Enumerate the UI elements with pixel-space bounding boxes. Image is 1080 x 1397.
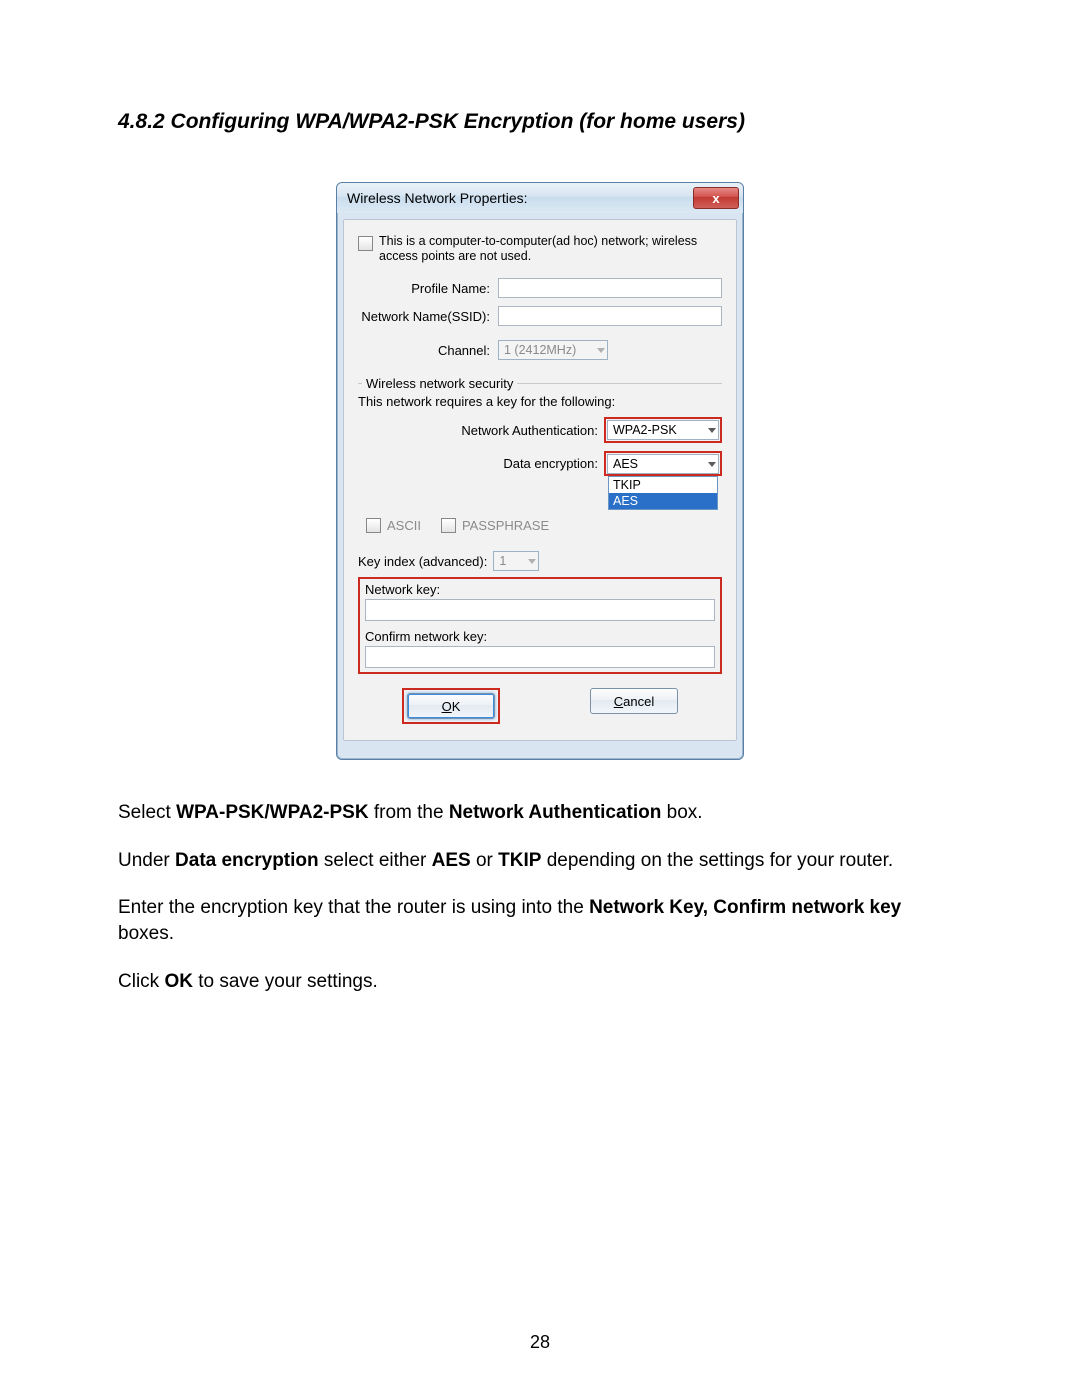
security-group: Wireless network security This network r… <box>358 368 722 724</box>
text: Click <box>118 971 164 992</box>
text: to save your settings. <box>193 971 378 992</box>
auth-label: Network Authentication: <box>358 423 604 438</box>
security-group-label: Wireless network security <box>362 376 517 391</box>
auth-row: Network Authentication: WPA2-PSK <box>358 417 722 443</box>
text: from the <box>369 802 449 823</box>
ok-label-rest: K <box>452 699 461 714</box>
encryption-option-aes[interactable]: AES <box>609 493 717 509</box>
channel-value: 1 (2412MHz) <box>504 343 576 357</box>
keyindex-label: Key index (advanced): <box>358 554 487 569</box>
text-bold: AES <box>432 850 471 871</box>
security-intro: This network requires a key for the foll… <box>358 394 722 409</box>
adhoc-label: This is a computer-to-computer(ad hoc) n… <box>379 234 722 264</box>
paragraph-4: Click OK to save your settings. <box>118 969 962 995</box>
encryption-dropdown: TKIP AES <box>608 476 718 510</box>
adhoc-row: This is a computer-to-computer(ad hoc) n… <box>358 234 722 264</box>
passphrase-checkbox <box>441 518 456 533</box>
text: boxes. <box>118 923 174 944</box>
network-key-highlight: Network key: Confirm network key: <box>358 577 722 674</box>
ascii-label: ASCII <box>387 518 421 533</box>
ok-highlight: OK <box>402 688 500 724</box>
network-key-input[interactable] <box>365 599 715 621</box>
button-row: OK Cancel <box>358 688 722 724</box>
network-key-label: Network key: <box>365 582 715 597</box>
section-heading: 4.8.2 Configuring WPA/WPA2-PSK Encryptio… <box>118 110 962 134</box>
channel-select: 1 (2412MHz) <box>498 340 608 360</box>
channel-label: Channel: <box>358 343 498 358</box>
paragraph-3: Enter the encryption key that the router… <box>118 895 962 946</box>
profile-name-label: Profile Name: <box>358 281 498 296</box>
paragraph-2: Under Data encryption select either AES … <box>118 848 962 874</box>
text-bold: TKIP <box>498 850 541 871</box>
auth-highlight: WPA2-PSK <box>604 417 722 443</box>
ok-button[interactable]: OK <box>407 693 495 719</box>
ssid-input[interactable] <box>498 306 722 326</box>
data-encryption-select[interactable]: AES TKIP AES <box>607 454 719 474</box>
text-bold: Network Authentication <box>449 802 662 823</box>
text: Select <box>118 802 176 823</box>
close-button[interactable]: x <box>693 187 739 209</box>
profile-name-input[interactable] <box>498 278 722 298</box>
titlebar: Wireless Network Properties: x <box>337 183 743 213</box>
text: select either <box>319 850 432 871</box>
auth-value: WPA2-PSK <box>613 423 677 437</box>
window-title: Wireless Network Properties: <box>347 190 528 206</box>
chevron-down-icon <box>528 559 536 564</box>
text: Under <box>118 850 175 871</box>
chevron-down-icon <box>708 428 716 433</box>
ascii-checkbox <box>366 518 381 533</box>
key-format-row: ASCII PASSPHRASE <box>366 518 722 533</box>
encryption-option-tkip[interactable]: TKIP <box>609 477 717 493</box>
text: box. <box>661 802 702 823</box>
keyindex-select: 1 <box>493 551 539 571</box>
close-icon: x <box>712 191 719 206</box>
page-number: 28 <box>0 1332 1080 1353</box>
dialog-body: This is a computer-to-computer(ad hoc) n… <box>343 219 737 741</box>
dialog-window: Wireless Network Properties: x This is a… <box>336 182 744 760</box>
encryption-row: Data encryption: AES TKIP AES <box>358 451 722 476</box>
encryption-highlight: AES TKIP AES <box>604 451 722 476</box>
keyindex-value: 1 <box>499 554 506 568</box>
text-bold: Data encryption <box>175 850 319 871</box>
confirm-key-label: Confirm network key: <box>365 629 715 644</box>
chevron-down-icon <box>597 348 605 353</box>
channel-row: Channel: 1 (2412MHz) <box>358 340 722 360</box>
profile-name-row: Profile Name: <box>358 278 722 298</box>
ssid-label: Network Name(SSID): <box>358 309 498 324</box>
network-authentication-select[interactable]: WPA2-PSK <box>607 420 719 440</box>
ssid-row: Network Name(SSID): <box>358 306 722 326</box>
encryption-label: Data encryption: <box>358 456 604 471</box>
keyindex-row: Key index (advanced): 1 <box>358 551 722 571</box>
ascii-option: ASCII <box>366 518 421 533</box>
cancel-label-rest: ancel <box>623 694 654 709</box>
paragraph-1: Select WPA-PSK/WPA2-PSK from the Network… <box>118 800 962 826</box>
confirm-key-input[interactable] <box>365 646 715 668</box>
passphrase-label: PASSPHRASE <box>462 518 549 533</box>
text-bold: OK <box>164 971 193 992</box>
text: depending on the settings for your route… <box>541 850 893 871</box>
text: or <box>471 850 498 871</box>
adhoc-checkbox[interactable] <box>358 236 373 251</box>
screenshot-container: Wireless Network Properties: x This is a… <box>118 182 962 760</box>
chevron-down-icon <box>708 462 716 467</box>
cancel-button[interactable]: Cancel <box>590 688 678 714</box>
encryption-value: AES <box>613 457 638 471</box>
text: Enter the encryption key that the router… <box>118 897 589 918</box>
text-bold: Network Key, Confirm network key <box>589 897 901 918</box>
text-bold: WPA-PSK/WPA2-PSK <box>176 802 368 823</box>
passphrase-option: PASSPHRASE <box>441 518 549 533</box>
